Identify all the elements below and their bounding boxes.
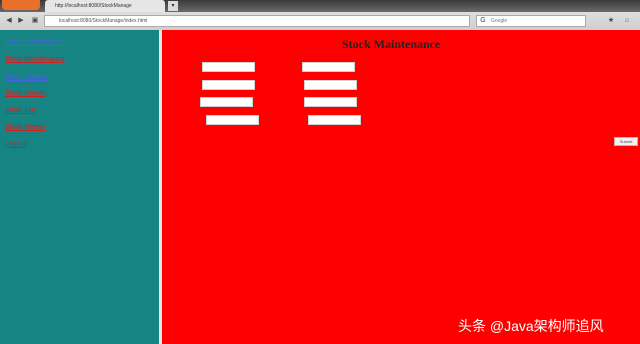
form-field-6[interactable] <box>304 97 357 107</box>
form-field-4[interactable] <box>304 80 357 90</box>
url-input[interactable]: localhost:8080/StockManage/index.html <box>44 15 470 27</box>
form-field-8[interactable] <box>308 115 361 125</box>
watermark: 头条 @Java架构师追风 <box>458 318 604 334</box>
tab-list-button[interactable]: ▾ <box>168 1 178 11</box>
browser-chrome: http://localhost:8080/StockManage ▾ ◀ ▶ … <box>0 0 640 30</box>
form-field-7[interactable] <box>206 115 259 125</box>
menu-link-stock-list[interactable]: Stock List <box>5 107 35 114</box>
form-field-5[interactable] <box>200 97 253 107</box>
menu-link-logout[interactable]: Logout <box>5 141 26 148</box>
search-input[interactable]: Google <box>476 15 586 27</box>
back-button[interactable]: ◀ <box>4 16 14 26</box>
left-menu-frame: Stock Maintenance Stock Maintenance Stoc… <box>0 30 159 344</box>
submit-button[interactable]: Submit <box>614 137 638 146</box>
menu-link-stock-details[interactable]: Stock Details <box>5 90 46 97</box>
content-frame: Stock Maintenance Submit <box>162 30 640 344</box>
page-icon: ▣ <box>31 17 39 24</box>
form-field-3[interactable] <box>202 80 255 90</box>
title-bar: http://localhost:8080/StockManage ▾ <box>0 0 640 12</box>
page-title: Stock Maintenance <box>342 37 441 51</box>
navigation-bar: ◀ ▶ ▣ localhost:8080/StockManage/index.h… <box>0 12 640 30</box>
menu-link-stock-update[interactable]: Stock Update <box>5 74 47 81</box>
form-field-2[interactable] <box>302 62 355 72</box>
menu-link-stock-maintenance-header[interactable]: Stock Maintenance <box>5 39 65 46</box>
home-icon[interactable]: ⌂ <box>622 16 632 26</box>
browser-tab[interactable]: http://localhost:8080/StockManage <box>45 0 165 12</box>
menu-link-stock-maintenance[interactable]: Stock Maintenance <box>5 56 65 63</box>
search-engine-icon[interactable]: G <box>478 16 488 26</box>
menu-link-stock-report[interactable]: Stock Report <box>5 124 45 131</box>
bookmark-icon[interactable]: ★ <box>606 16 616 26</box>
forward-button[interactable]: ▶ <box>16 16 26 26</box>
form-field-1[interactable] <box>202 62 255 72</box>
browser-menu-button[interactable] <box>2 0 40 10</box>
